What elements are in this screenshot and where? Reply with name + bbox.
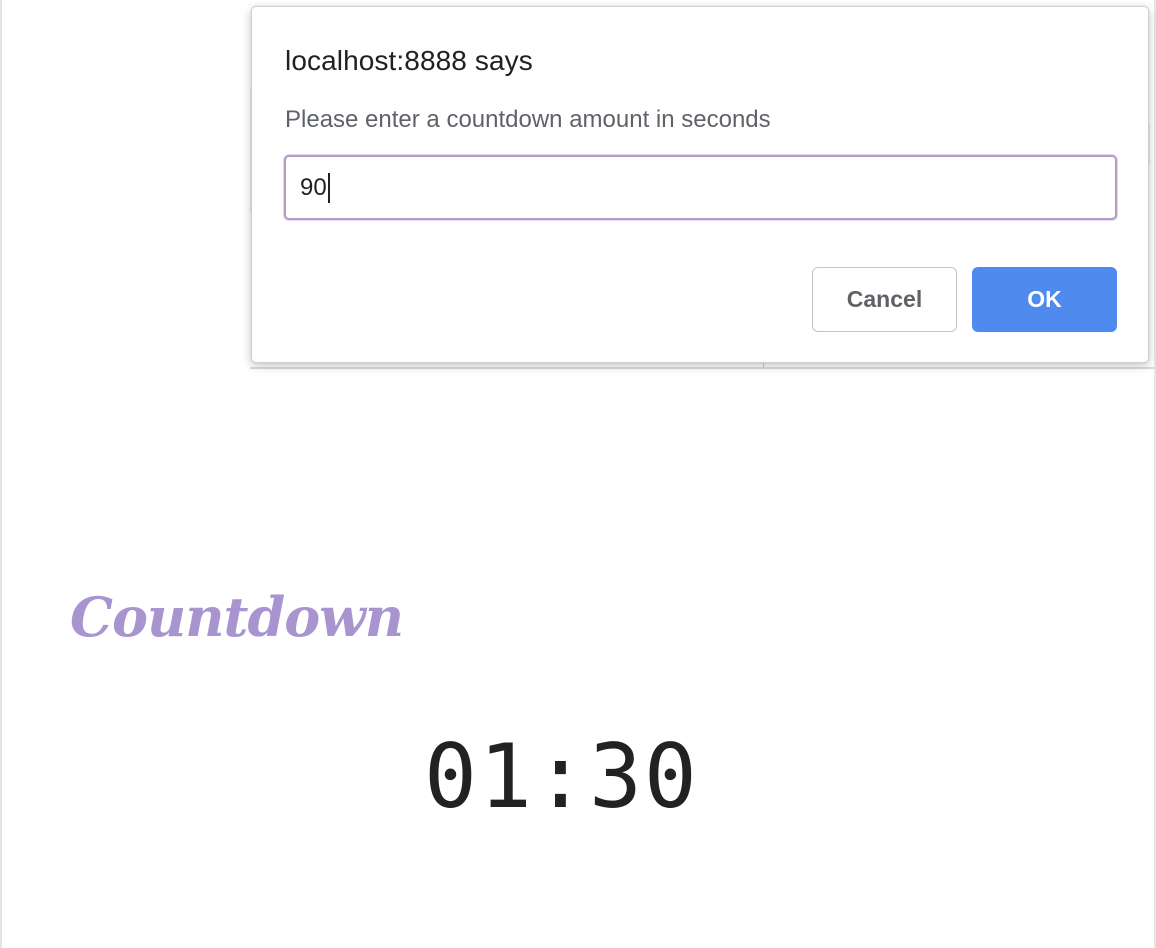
- dialog-title: localhost:8888 says: [285, 45, 533, 76]
- countdown-input-value: 90: [300, 173, 327, 201]
- text-caret: [327, 172, 330, 203]
- background-divider: [250, 367, 1156, 369]
- countdown-input[interactable]: 90: [284, 155, 1117, 220]
- cancel-button[interactable]: Cancel: [812, 267, 957, 332]
- prompt-dialog: localhost:8888 says Please enter a count…: [251, 6, 1149, 363]
- background-divider-vertical: [763, 362, 764, 369]
- countdown-timer: 01:30: [424, 725, 699, 828]
- page-heading: Countdown: [70, 585, 404, 649]
- dialog-message: Please enter a countdown amount in secon…: [285, 106, 771, 133]
- ok-button[interactable]: OK: [972, 267, 1117, 332]
